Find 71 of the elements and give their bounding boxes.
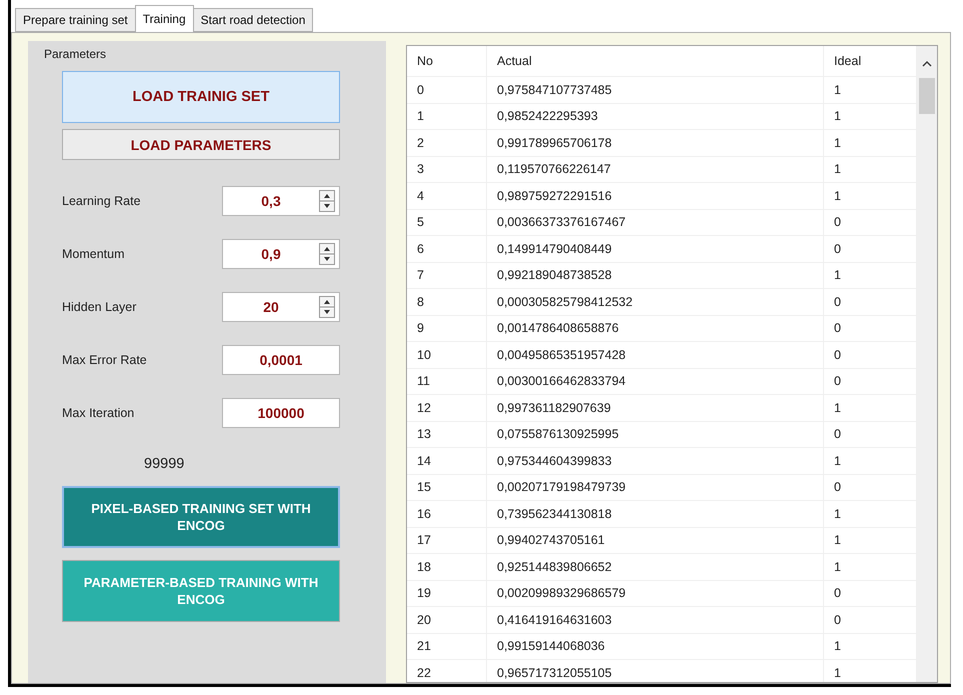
- load-button[interactable]: LOAD PARAMETERS: [62, 129, 340, 160]
- tab[interactable]: Prepare training set: [15, 8, 136, 32]
- scroll-thumb[interactable]: [919, 78, 935, 114]
- table-cell: 0,00366373376167467: [487, 210, 824, 235]
- table-cell: 17: [407, 528, 487, 553]
- iteration-count: 99999: [144, 456, 184, 472]
- scrollbar[interactable]: [917, 46, 937, 682]
- table-cell: 5: [407, 210, 487, 235]
- table-cell: 9: [407, 316, 487, 341]
- group-title: Parameters: [44, 47, 106, 61]
- table-cell: 0,975344604399833: [487, 448, 824, 474]
- table-cell: 8: [407, 289, 487, 314]
- table-cell: 0,0755876130925995: [487, 422, 824, 447]
- table-cell: 0,992189048738528: [487, 262, 824, 288]
- field-label: Momentum: [62, 247, 125, 261]
- table-cell: 0,149914790408449: [487, 236, 824, 262]
- table-cell: 0,00495865351957428: [487, 342, 824, 368]
- table-cell: 0,000305825798412532: [487, 289, 824, 314]
- table-cell: 0,0014786408658876: [487, 316, 824, 341]
- table-cell: 2: [407, 130, 487, 156]
- table-cell: 10: [407, 342, 487, 368]
- table-cell: 20: [407, 607, 487, 632]
- table-cell: 12: [407, 395, 487, 420]
- column-header[interactable]: No: [407, 46, 487, 76]
- table-cell: 0,965717312055105: [487, 660, 824, 682]
- spinner-arrows-icon[interactable]: [319, 296, 335, 318]
- spinner-field[interactable]: 0,9: [222, 239, 340, 269]
- table-cell: 6: [407, 236, 487, 262]
- table-cell: 16: [407, 501, 487, 526]
- scroll-up-icon[interactable]: [922, 60, 932, 68]
- spinner-arrows-icon[interactable]: [319, 243, 335, 265]
- field-label: Max Error Rate: [62, 353, 147, 367]
- table-cell: 21: [407, 634, 487, 659]
- field-label: Max Iteration: [62, 406, 134, 420]
- field-label: Learning Rate: [62, 194, 141, 208]
- table-cell: 0: [407, 77, 487, 102]
- table-cell: 0,991789965706178: [487, 130, 824, 156]
- table-cell: 15: [407, 474, 487, 500]
- table-cell: 19: [407, 580, 487, 606]
- table-cell: 11: [407, 368, 487, 394]
- spinner-field[interactable]: 20: [222, 292, 340, 322]
- table-cell: 0,00300166462833794: [487, 368, 824, 394]
- train-button[interactable]: PIXEL-BASED TRAINING SET WITH ENCOG: [62, 486, 340, 548]
- table-cell: 0,975847107737485: [487, 77, 824, 102]
- table-cell: 0,925144839806652: [487, 554, 824, 580]
- table-cell: 0,739562344130818: [487, 501, 824, 526]
- table-cell: 0,9852422295393: [487, 104, 824, 129]
- table-cell: 13: [407, 422, 487, 447]
- spinner-field[interactable]: 0,3: [222, 186, 340, 216]
- table-cell: 4: [407, 183, 487, 208]
- table-cell: 0,119570766226147: [487, 156, 824, 182]
- table-cell: 0,989759272291516: [487, 183, 824, 208]
- input-field[interactable]: 100000: [222, 398, 340, 428]
- field-label: Hidden Layer: [62, 300, 136, 314]
- table-cell: 7: [407, 262, 487, 288]
- table-cell: 0,416419164631603: [487, 607, 824, 632]
- column-header[interactable]: Actual: [487, 46, 824, 76]
- table-cell: 3: [407, 156, 487, 182]
- input-field[interactable]: 0,0001: [222, 345, 340, 375]
- tab[interactable]: Start road detection: [192, 8, 314, 32]
- spinner-arrows-icon[interactable]: [319, 190, 335, 212]
- table-cell: 14: [407, 448, 487, 474]
- table-cell: 0,997361182907639: [487, 395, 824, 420]
- table-cell: 0,99402743705161: [487, 528, 824, 553]
- table-cell: 0,99159144068036: [487, 634, 824, 659]
- table-cell: 0,00209989329686579: [487, 580, 824, 606]
- table-cell: 0,00207179198479739: [487, 474, 824, 500]
- table-cell: 18: [407, 554, 487, 580]
- table-cell: 1: [407, 104, 487, 129]
- table-cell: 22: [407, 660, 487, 682]
- load-button[interactable]: LOAD TRAINIG SET: [62, 71, 340, 123]
